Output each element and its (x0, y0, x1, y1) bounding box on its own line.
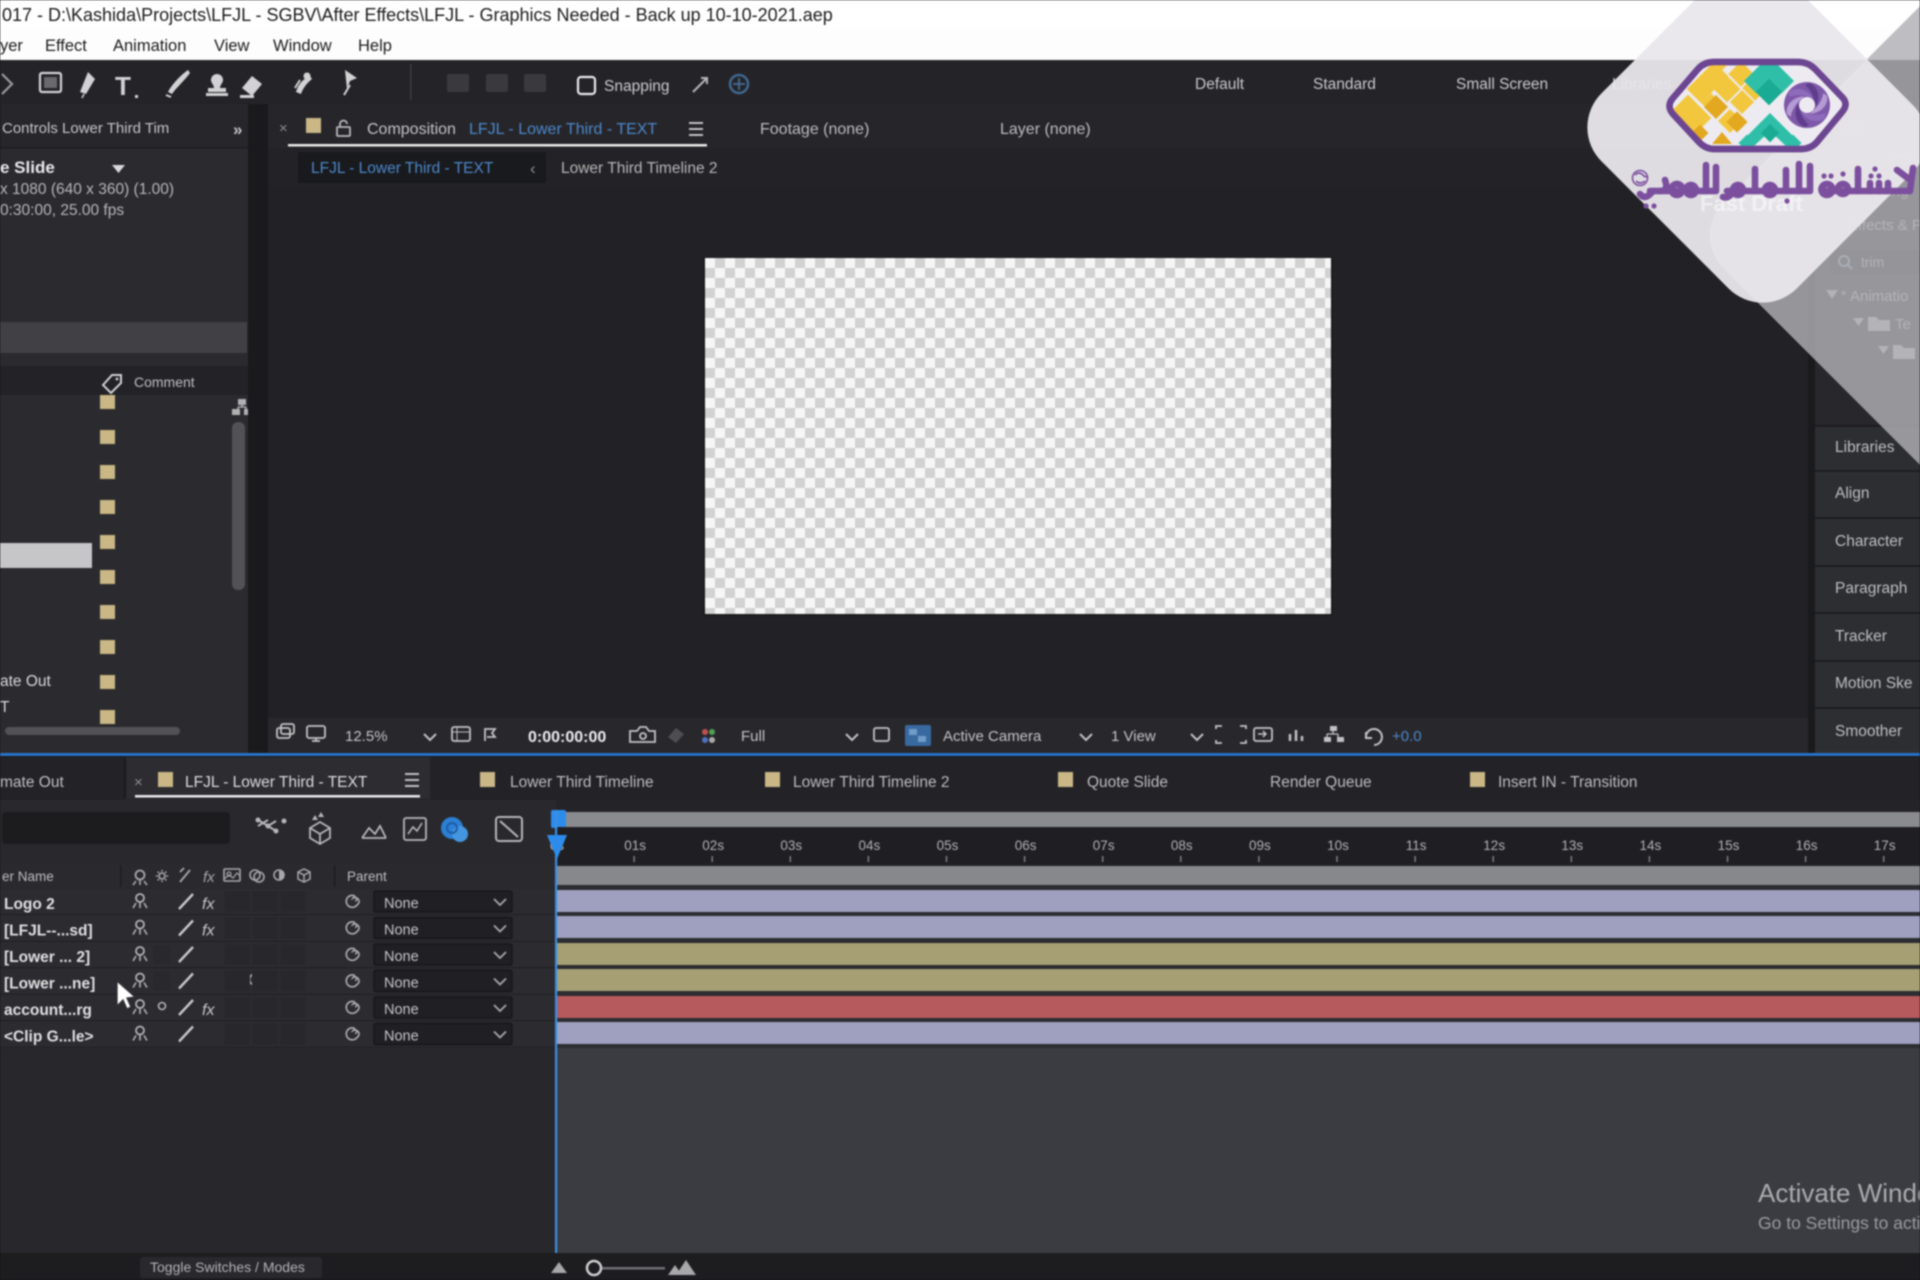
svg-text:»: » (233, 120, 242, 139)
svg-text:None: None (384, 1029, 419, 1045)
svg-text:None: None (384, 949, 419, 965)
svg-text:Tracker: Tracker (1835, 628, 1887, 645)
svg-text:017 - D:\Kashida\Projects\LFJL: 017 - D:\Kashida\Projects\LFJL - SGBV\Af… (2, 5, 833, 25)
svg-text:<Clip G...le>: <Clip G...le> (4, 1029, 94, 1046)
svg-text:Render Queue: Render Queue (1270, 774, 1372, 791)
svg-text:Snapping: Snapping (604, 78, 670, 95)
svg-text:+0.0: +0.0 (1392, 728, 1422, 745)
svg-text:fx: fx (202, 896, 215, 913)
svg-text:1 View: 1 View (1111, 728, 1156, 745)
svg-text:None: None (384, 1002, 419, 1018)
svg-text:16s: 16s (1796, 838, 1818, 853)
svg-text:Comment: Comment (134, 374, 195, 390)
svg-text:T: T (0, 699, 10, 716)
svg-text:Character: Character (1835, 533, 1903, 550)
svg-text:Controls Lower Third Tim: Controls Lower Third Tim (2, 120, 169, 137)
svg-text:Footage (none): Footage (none) (760, 121, 869, 138)
svg-text:Quote Slide: Quote Slide (1087, 774, 1168, 791)
svg-text:[LFJL--...sd]: [LFJL--...sd] (4, 923, 93, 940)
svg-text:None: None (384, 896, 419, 912)
svg-text:Paragraph: Paragraph (1835, 580, 1907, 597)
svg-text:T: T (115, 71, 131, 101)
svg-text:15s: 15s (1718, 838, 1740, 853)
svg-text:×: × (134, 774, 143, 791)
svg-text:fx: fx (202, 1002, 215, 1019)
svg-text:17s: 17s (1874, 838, 1896, 853)
svg-text:x 1080 (640 x 360) (1.00): x 1080 (640 x 360) (1.00) (0, 181, 174, 198)
svg-text:Composition: Composition (367, 121, 456, 138)
svg-text:Lower Third Timeline: Lower Third Timeline (510, 774, 654, 791)
svg-text:mate Out: mate Out (0, 774, 64, 791)
svg-text:Default: Default (1195, 76, 1245, 93)
svg-text:Standard: Standard (1313, 76, 1376, 93)
svg-text:fx: fx (202, 923, 215, 940)
svg-text:Parent: Parent (347, 869, 387, 884)
svg-text:02s: 02s (702, 838, 724, 853)
svg-text:LFJL - Lower Third - TEXT: LFJL - Lower Third - TEXT (469, 121, 657, 138)
svg-text:Toggle Switches / Modes: Toggle Switches / Modes (150, 1259, 305, 1275)
svg-text:Layer (none): Layer (none) (1000, 121, 1091, 138)
svg-text:10s: 10s (1327, 838, 1349, 853)
svg-text:None: None (384, 976, 419, 992)
svg-text:Effect: Effect (45, 37, 87, 55)
svg-text:Lower Third Timeline 2: Lower Third Timeline 2 (561, 160, 718, 177)
svg-text:Insert IN - Transition: Insert IN - Transition (1498, 774, 1638, 791)
svg-text:Animation: Animation (113, 37, 186, 55)
svg-text:yer: yer (0, 37, 23, 55)
svg-text:11s: 11s (1406, 838, 1427, 853)
svg-text:[Lower ... 2]: [Lower ... 2] (4, 949, 90, 966)
svg-text:01s: 01s (624, 838, 646, 853)
svg-text:Motion Ske: Motion Ske (1835, 675, 1913, 692)
svg-text:12.5%: 12.5% (345, 728, 388, 745)
svg-text:Window: Window (273, 37, 332, 55)
svg-text:Full: Full (741, 728, 765, 745)
svg-text:03s: 03s (780, 838, 802, 853)
svg-text:Smoother: Smoother (1835, 723, 1902, 740)
svg-text:13s: 13s (1561, 838, 1583, 853)
svg-text:account...rg: account...rg (4, 1002, 92, 1019)
svg-text:04s: 04s (859, 838, 881, 853)
svg-text:Align: Align (1835, 485, 1869, 502)
svg-text:None: None (384, 923, 419, 939)
svg-text:e Slide: e Slide (0, 158, 55, 177)
svg-text:05s: 05s (937, 838, 959, 853)
svg-text:Fast Draft: Fast Draft (1700, 191, 1803, 216)
svg-text:‹: ‹ (530, 159, 536, 178)
svg-text:0:00:00:00: 0:00:00:00 (528, 729, 606, 746)
svg-text:Active Camera: Active Camera (943, 728, 1042, 745)
svg-text:LFJL - Lower Third - TEXT: LFJL - Lower Third - TEXT (185, 774, 368, 791)
svg-text:Go to Settings to activate Win: Go to Settings to activate Windows. (1758, 1213, 1920, 1233)
svg-text:Small Screen: Small Screen (1456, 76, 1548, 93)
svg-text:Logo 2: Logo 2 (4, 896, 55, 913)
svg-text:LFJL - Lower Third - TEXT: LFJL - Lower Third - TEXT (311, 160, 494, 177)
svg-text:×: × (279, 120, 288, 137)
svg-text:08s: 08s (1171, 838, 1193, 853)
svg-text:14s: 14s (1640, 838, 1662, 853)
svg-text:Libraries: Libraries (1835, 439, 1895, 456)
svg-text:12s: 12s (1483, 838, 1505, 853)
svg-text:07s: 07s (1093, 838, 1115, 853)
svg-text:er Name: er Name (2, 869, 54, 884)
svg-text:Lower Third Timeline 2: Lower Third Timeline 2 (793, 774, 950, 791)
svg-text:Help: Help (358, 37, 392, 55)
svg-text:0:30:00, 25.00 fps: 0:30:00, 25.00 fps (0, 202, 124, 219)
svg-text:[Lower ...ne]: [Lower ...ne] (4, 976, 95, 993)
svg-text:View: View (214, 37, 250, 55)
svg-text:09s: 09s (1249, 838, 1271, 853)
svg-text:06s: 06s (1015, 838, 1037, 853)
svg-text:fx: fx (203, 869, 215, 886)
svg-text:Activate Windows: Activate Windows (1758, 1178, 1920, 1208)
svg-text:ate Out: ate Out (0, 673, 52, 690)
